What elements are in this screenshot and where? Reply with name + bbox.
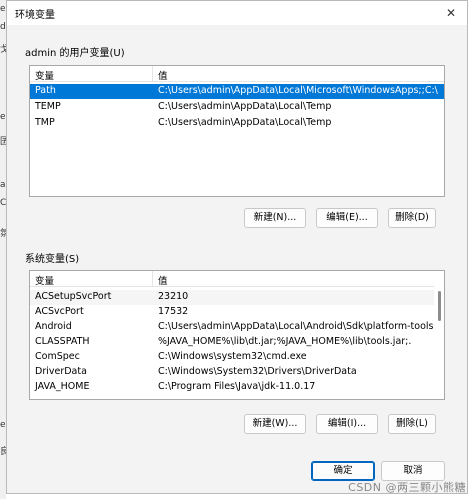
variable-value: C:\Users\admin\AppData\Local\Temp [158,101,332,112]
dialog-title: 环境变量 [15,10,55,21]
table-row[interactable]: DriverData C:\Windows\System32\Drivers\D… [30,365,444,380]
system-new-button[interactable]: 新建(W)... [244,414,306,434]
vertical-scrollbar[interactable] [434,271,444,399]
variable-name: ComSpec [35,351,80,362]
variable-name: DriverData [35,366,87,377]
watermark: CSDN @两三颗小熊糖 [348,481,466,494]
system-variables-list[interactable]: 变量 值 ACSetupSvcPort 23210 ACSvcPort 1753… [29,270,445,400]
column-header-variable[interactable]: 变量 [35,68,54,82]
variable-value: C:\Users\admin\AppData\Local\Android\Sdk… [158,321,437,332]
title-bar: 环境变量 ✕ [7,1,467,25]
environment-variables-dialog: 环境变量 ✕ admin 的用户变量(U) 变量 值 Path C:\Users… [6,0,468,494]
variable-name: Android [35,321,72,332]
table-row[interactable]: ACSvcPort 17532 [30,305,444,320]
system-delete-button[interactable]: 删除(L) [388,414,436,434]
variable-value: 17532 [158,306,189,317]
table-row[interactable]: CLASSPATH %JAVA_HOME%\lib\dt.jar;%JAVA_H… [30,335,444,350]
variable-name: TEMP [35,101,61,112]
variable-name: CLASSPATH [35,336,90,347]
close-icon[interactable]: ✕ [439,3,463,23]
column-header-value[interactable]: 值 [158,273,168,287]
variable-name: TMP [35,117,55,128]
system-edit-button[interactable]: 编辑(I)... [316,414,378,434]
user-delete-button[interactable]: 删除(D) [388,208,436,228]
list-header: 变量 值 [30,66,444,82]
user-new-button[interactable]: 新建(N)... [244,208,306,228]
variable-value: C:\Users\admin\AppData\Local\Microsoft\W… [158,85,438,96]
table-row[interactable]: Path C:\Users\admin\AppData\Local\Micros… [30,84,444,99]
user-variables-list[interactable]: 变量 值 Path C:\Users\admin\AppData\Local\M… [29,65,445,197]
table-row[interactable]: TEMP C:\Users\admin\AppData\Local\Temp [30,100,444,115]
list-header: 变量 值 [30,271,444,287]
column-divider[interactable] [152,66,153,82]
cancel-button[interactable]: 取消 [381,461,445,481]
variable-value: C:\Users\admin\AppData\Local\Temp [158,117,332,128]
variable-name: ACSetupSvcPort [35,291,112,302]
table-row[interactable]: ComSpec C:\Windows\system32\cmd.exe [30,350,444,365]
column-header-variable[interactable]: 变量 [35,273,54,287]
variable-value: C:\Program Files\Java\jdk-11.0.17 [158,381,316,392]
table-row[interactable]: ACSetupSvcPort 23210 [30,290,444,305]
scrollbar-thumb[interactable] [438,291,441,321]
user-edit-button[interactable]: 编辑(E)... [316,208,378,228]
column-divider[interactable] [152,271,153,287]
column-header-value[interactable]: 值 [158,68,168,82]
system-variables-label: 系统变量(S) [25,254,80,265]
table-row[interactable]: TMP C:\Users\admin\AppData\Local\Temp [30,116,444,131]
table-row[interactable]: JAVA_HOME C:\Program Files\Java\jdk-11.0… [30,380,444,395]
variable-name: JAVA_HOME [35,381,90,392]
variable-value: 23210 [158,291,189,302]
variable-name: ACSvcPort [35,306,84,317]
variable-value: C:\Windows\system32\cmd.exe [158,351,307,362]
variable-name: Path [35,85,56,96]
user-variables-label: admin 的用户变量(U) [25,48,125,59]
variable-value: C:\Windows\System32\Drivers\DriverData [158,366,357,377]
ok-button[interactable]: 确定 [311,461,375,481]
variable-value: %JAVA_HOME%\lib\dt.jar;%JAVA_HOME%\lib\t… [158,336,412,347]
table-row[interactable]: Android C:\Users\admin\AppData\Local\And… [30,320,444,335]
